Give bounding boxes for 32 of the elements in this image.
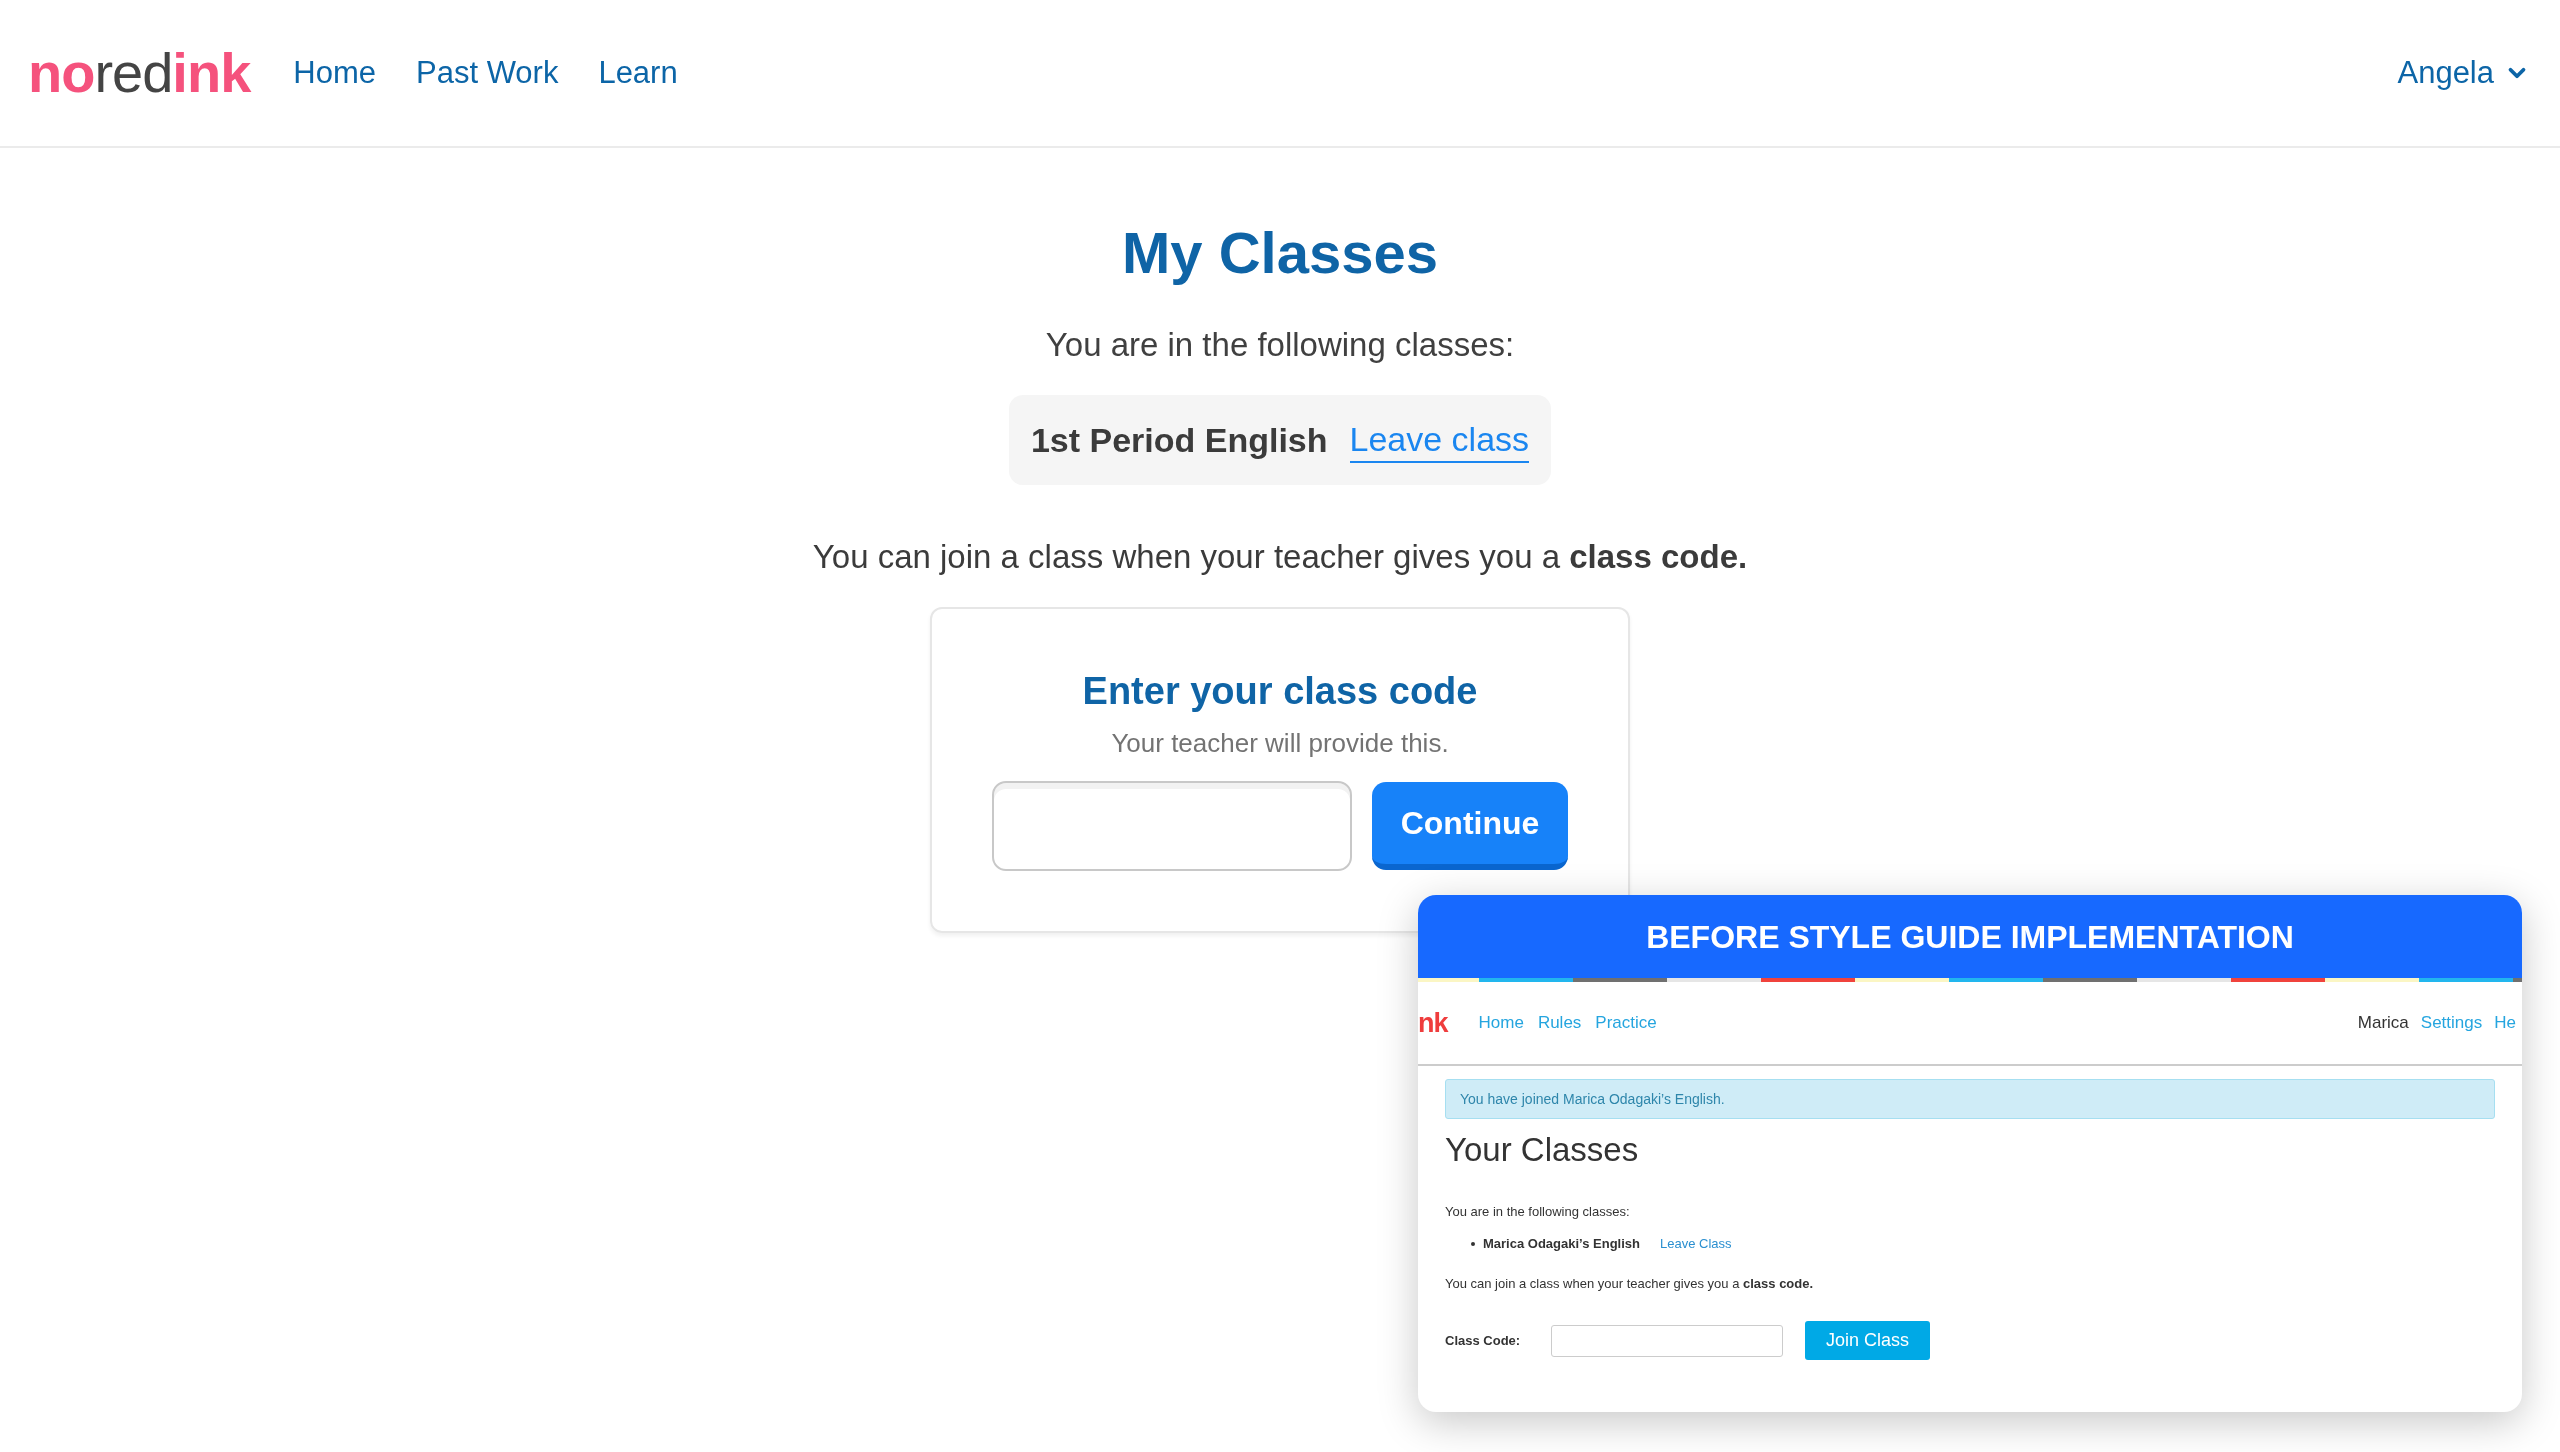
old-nav-link[interactable]: Settings [2420,1010,2483,1036]
old-class-name: Marica Odagaki’s English [1483,1235,1640,1253]
old-leave-class-link[interactable]: Leave Class [1660,1235,1732,1253]
old-logo[interactable]: nk [1418,1009,1448,1037]
bullet-icon [1471,1242,1475,1246]
classes-intro: You are in the following classes: [1045,325,1515,365]
old-class-code-input[interactable] [1551,1324,1783,1357]
comparison-banner: BEFORE STYLE GUIDE IMPLEMENTATION [1418,895,2522,978]
class-code-label: Class Code: [1445,1331,1522,1350]
nav-link[interactable]: Learn [598,49,678,97]
card-subtitle: Your teacher will provide this. [1111,727,1449,759]
logo[interactable]: noredink [28,45,251,101]
join-class-button[interactable]: Join Class [1805,1321,1930,1360]
card-title: Enter your class code [1082,669,1478,713]
old-nav-link[interactable]: Practice [1595,1010,1657,1036]
old-classes-intro: You are in the following classes: [1445,1203,1631,1221]
old-user-name: Marica [2357,1012,2409,1035]
old-page-title: Your Classes [1445,1130,1640,1170]
user-menu[interactable]: Angela [2397,49,2530,97]
nav-link[interactable]: Home [293,49,376,97]
class-name: 1st Period English [1030,419,1328,461]
old-nav-link[interactable]: He [2494,1010,2516,1036]
page-title: My Classes [1122,219,1438,287]
nav-link[interactable]: Past Work [416,49,559,97]
join-instructions: You can join a class when your teacher gives you a class code. [812,537,1748,577]
old-nav-link[interactable]: Home [1478,1010,1524,1036]
leave-class-link[interactable]: Leave class [1349,417,1530,463]
old-join-instructions: You can join a class when your teacher gives you a class code. [1445,1275,1815,1293]
old-nav-link[interactable]: Rules [1537,1010,1582,1036]
class-code-input[interactable] [992,781,1352,871]
continue-button[interactable]: Continue [1372,782,1568,870]
success-alert: You have joined Marica Odagaki’s English. [1445,1079,2495,1119]
